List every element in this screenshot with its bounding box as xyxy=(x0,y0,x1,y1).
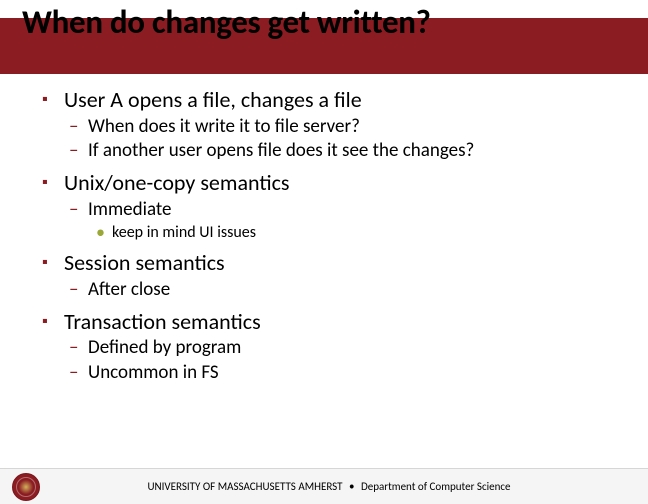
bullet-item: Transaction semantics xyxy=(42,308,620,336)
footer-separator: • xyxy=(349,480,354,493)
slide-content: User A opens a file, changes a file When… xyxy=(0,80,648,385)
sub-bullet-item: Uncommon in FS xyxy=(42,361,620,385)
sub-bullet-item: After close xyxy=(42,278,620,302)
footer-text: UNIVERSITY OF MASSACHUSETTS AMHERST • De… xyxy=(40,480,648,493)
sub-sub-bullet-item: keep in mind UI issues xyxy=(42,223,620,243)
sub-bullet-item: When does it write it to file server? xyxy=(42,115,620,139)
slide-title: When do changes get written? xyxy=(22,2,431,42)
sub-bullet-item: Defined by program xyxy=(42,336,620,360)
university-seal-icon xyxy=(12,473,40,501)
bullet-item: Session semantics xyxy=(42,249,620,277)
bullet-item: Unix/one-copy semantics xyxy=(42,169,620,197)
slide-footer: UNIVERSITY OF MASSACHUSETTS AMHERST • De… xyxy=(0,468,648,504)
bullet-item: User A opens a file, changes a file xyxy=(42,86,620,114)
footer-department: Department of Computer Science xyxy=(361,480,511,493)
footer-university: UNIVERSITY OF MASSACHUSETTS AMHERST xyxy=(147,480,342,493)
sub-bullet-item: If another user opens file does it see t… xyxy=(42,139,620,163)
sub-bullet-item: Immediate xyxy=(42,198,620,222)
